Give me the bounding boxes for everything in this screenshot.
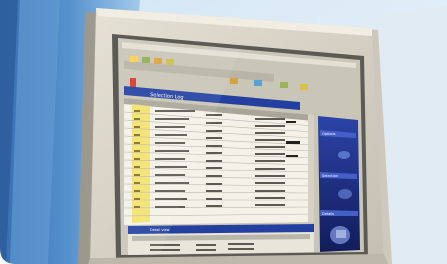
grid-scrollbar: [308, 114, 314, 222]
screen: Selection Log Options Selection Details …: [118, 38, 364, 255]
scene-svg: Selection Log Options Selection Details …: [0, 0, 447, 264]
panel-label-2: Selection: [322, 174, 338, 178]
photo: Selection Log Options Selection Details …: [0, 0, 447, 264]
panel-label-3: Details: [322, 212, 334, 216]
panel-label-1: Options: [322, 132, 336, 136]
